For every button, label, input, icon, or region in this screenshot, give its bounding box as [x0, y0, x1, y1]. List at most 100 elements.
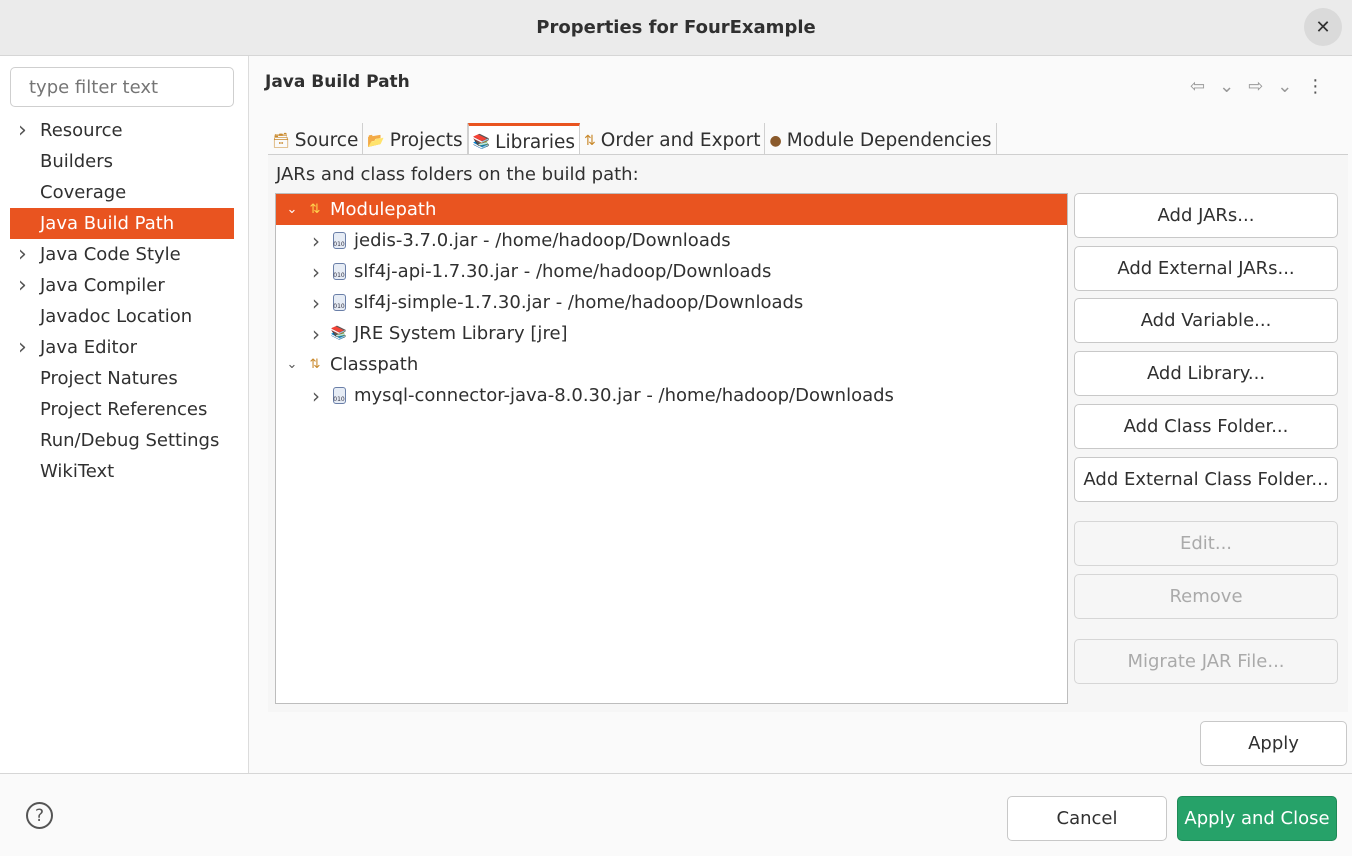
library-icon: 📚 — [330, 326, 348, 341]
title-bar: Properties for FourExample ✕ — [0, 0, 1352, 56]
tab-order-and-export[interactable]: ⇅ Order and Export — [580, 123, 766, 154]
history-nav: ⇦ ⌄ ⇨ ⌄ ⋮ — [1190, 76, 1324, 97]
sidebar-item-resource[interactable]: › Resource — [10, 115, 234, 146]
back-arrow-icon[interactable]: ⇦ — [1190, 76, 1205, 97]
more-menu-icon[interactable]: ⋮ — [1306, 76, 1324, 97]
back-menu-chevron-icon[interactable]: ⌄ — [1219, 76, 1234, 97]
sidebar-item-label: Javadoc Location — [40, 306, 193, 327]
filter-input[interactable] — [10, 67, 234, 107]
tab-label: Projects — [389, 130, 463, 151]
tree-row[interactable]: ⌄ ⇅ Modulepath — [276, 194, 1067, 225]
sidebar-item-java-compiler[interactable]: › Java Compiler — [10, 270, 234, 301]
jar-icon: 010 — [330, 263, 348, 281]
tree-row-label: Modulepath — [330, 199, 437, 220]
chevron-down-icon[interactable]: ⌄ — [282, 202, 302, 217]
sidebar-item-java-build-path[interactable]: Java Build Path — [10, 208, 234, 239]
tab-module-dependencies[interactable]: ● Module Dependencies — [765, 123, 997, 154]
tab-label: Libraries — [495, 131, 576, 153]
sidebar-item-label: Run/Debug Settings — [40, 430, 220, 451]
add-jars-button[interactable]: Add JARs... — [1074, 193, 1338, 238]
forward-arrow-icon[interactable]: ⇨ — [1248, 76, 1263, 97]
tab-bar: 🗃 Source 📂 Projects 📚 Libraries ⇅ Order and Exp… — [268, 123, 1348, 155]
build-path-tree[interactable]: ⌄ ⇅ Modulepath › 010 jedis-3.7.0.jar - /home/… — [275, 193, 1068, 704]
cancel-button[interactable]: Cancel — [1007, 796, 1167, 841]
tree-row-label: JRE System Library [jre] — [354, 323, 568, 344]
sidebar-item-label: Project References — [40, 399, 208, 420]
classpath-icon: ⇅ — [309, 357, 321, 372]
sidebar-item-label: Coverage — [40, 182, 127, 203]
apply-and-close-button[interactable]: Apply and Close — [1177, 796, 1337, 841]
chevron-right-icon[interactable]: › — [18, 335, 27, 360]
forward-menu-chevron-icon[interactable]: ⌄ — [1277, 76, 1292, 97]
sidebar-item-label: Project Natures — [40, 368, 178, 389]
tab-projects[interactable]: 📂 Projects — [363, 123, 468, 154]
module-icon: ● — [769, 132, 782, 149]
tab-label: Source — [294, 130, 359, 151]
tree-row-label: mysql-connector-java-8.0.30.jar - /home/… — [354, 385, 894, 406]
chevron-down-icon[interactable]: ⌄ — [282, 357, 302, 372]
tree-row-label: slf4j-api-1.7.30.jar - /home/hadoop/Down… — [354, 261, 772, 282]
source-icon: 🗃 — [272, 132, 290, 149]
sidebar-item-label: Resource — [40, 120, 123, 141]
sidebar-item-label: Java Compiler — [40, 275, 165, 296]
tree-row[interactable]: › 010 slf4j-api-1.7.30.jar - /home/hadoop/… — [276, 256, 1067, 287]
sidebar-item-builders[interactable]: Builders — [10, 146, 234, 177]
sidebar-item-run-debug-settings[interactable]: Run/Debug Settings — [10, 425, 234, 456]
chevron-right-icon[interactable]: › — [18, 273, 27, 298]
sidebar-item-label: Builders — [40, 151, 114, 172]
tree-row-label: slf4j-simple-1.7.30.jar - /home/hadoop/D… — [354, 292, 804, 313]
sidebar-item-wikitext[interactable]: WikiText — [10, 456, 234, 487]
tree-row[interactable]: › 010 slf4j-simple-1.7.30.jar - /home/hado… — [276, 287, 1067, 318]
add-external-jars-button[interactable]: Add External JARs... — [1074, 246, 1338, 291]
sidebar-item-project-references[interactable]: Project References — [10, 394, 234, 425]
add-library-button[interactable]: Add Library... — [1074, 351, 1338, 396]
order-icon: ⇅ — [584, 132, 596, 149]
page-title: Java Build Path — [265, 72, 410, 92]
tree-row[interactable]: › 📚 JRE System Library [jre] — [276, 318, 1067, 349]
close-icon: ✕ — [1315, 16, 1331, 38]
sidebar-item-label: Java Editor — [40, 337, 138, 358]
jar-icon: 010 — [330, 387, 348, 405]
apply-button[interactable]: Apply — [1200, 721, 1347, 766]
sidebar-item-project-natures[interactable]: Project Natures — [10, 363, 234, 394]
sidebar-item-java-code-style[interactable]: › Java Code Style — [10, 239, 234, 270]
tab-source[interactable]: 🗃 Source — [268, 123, 364, 154]
add-class-folder-button[interactable]: Add Class Folder... — [1074, 404, 1338, 449]
footer: ? Cancel Apply and Close — [0, 773, 1352, 856]
chevron-right-icon[interactable]: › — [18, 242, 27, 267]
chevron-right-icon[interactable]: › — [306, 291, 326, 315]
tree-row[interactable]: ⌄ ⇅ Classpath — [276, 349, 1067, 380]
sidebar-item-label: Java Code Style — [40, 244, 181, 265]
tree-row-label: jedis-3.7.0.jar - /home/hadoop/Downloads — [354, 230, 731, 251]
chevron-right-icon[interactable]: › — [306, 322, 326, 346]
jar-icon: 010 — [330, 232, 348, 250]
sidebar-item-java-editor[interactable]: › Java Editor — [10, 332, 234, 363]
tab-label: Module Dependencies — [786, 130, 992, 151]
tree-row[interactable]: › 010 mysql-connector-java-8.0.30.jar - /h… — [276, 380, 1067, 411]
remove-button[interactable]: Remove — [1074, 574, 1338, 619]
chevron-right-icon[interactable]: › — [306, 229, 326, 253]
sidebar-item-coverage[interactable]: Coverage — [10, 177, 234, 208]
add-external-class-folder-button[interactable]: Add External Class Folder... — [1074, 457, 1338, 502]
sidebar-nav: › Resource Builders Coverage Java Build Path… — [10, 115, 234, 487]
jar-icon: 010 — [330, 294, 348, 312]
close-button[interactable]: ✕ — [1304, 8, 1342, 46]
edit-button[interactable]: Edit... — [1074, 521, 1338, 566]
migrate-jar-file-button[interactable]: Migrate JAR File... — [1074, 639, 1338, 684]
tab-libraries[interactable]: 📚 Libraries — [467, 123, 581, 154]
modulepath-icon: ⇅ — [309, 202, 321, 217]
chevron-right-icon[interactable]: › — [18, 118, 27, 143]
help-icon[interactable]: ? — [26, 802, 53, 829]
sidebar-item-label: WikiText — [40, 461, 115, 482]
add-variable-button[interactable]: Add Variable... — [1074, 298, 1338, 343]
folder-icon: 📂 — [367, 132, 385, 149]
chevron-right-icon[interactable]: › — [306, 384, 326, 408]
tree-label: JARs and class folders on the build path… — [276, 164, 639, 185]
sidebar-item-label: Java Build Path — [40, 213, 175, 234]
sidebar: › Resource Builders Coverage Java Build Path… — [0, 56, 249, 774]
library-icon: 📚 — [472, 134, 491, 150]
tree-row-label: Classpath — [330, 354, 419, 375]
tree-row[interactable]: › 010 jedis-3.7.0.jar - /home/hadoop/Downl… — [276, 225, 1067, 256]
chevron-right-icon[interactable]: › — [306, 260, 326, 284]
sidebar-item-javadoc-location[interactable]: Javadoc Location — [10, 301, 234, 332]
